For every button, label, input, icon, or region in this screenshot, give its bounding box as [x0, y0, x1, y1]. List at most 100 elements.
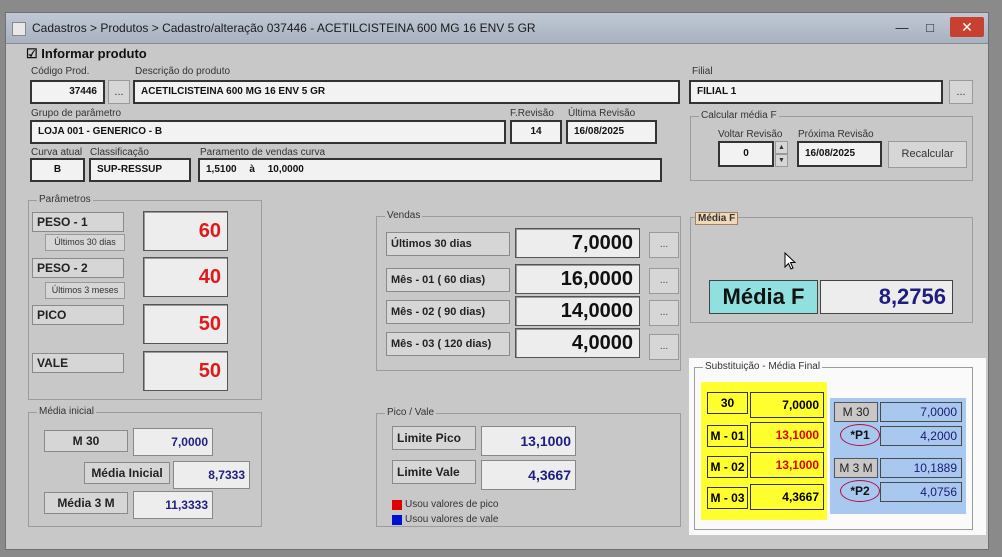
- vendas-row-value[interactable]: 7,0000: [515, 228, 640, 258]
- peso1-sub: Últimos 30 dias: [45, 234, 125, 251]
- media-inicial-field-label: Média Inicial: [84, 462, 170, 484]
- media-3m-label: Média 3 M: [44, 492, 128, 514]
- vale-label: VALE: [32, 353, 124, 373]
- minimize-icon[interactable]: —: [890, 19, 914, 37]
- subst-yellow-label: 30: [707, 392, 748, 414]
- limite-pico-label: Limite Pico: [392, 426, 476, 450]
- vale-legend-swatch: [392, 515, 402, 525]
- limite-pico-value: 13,1000: [481, 426, 576, 456]
- subst-yellow-label: M - 01: [707, 425, 748, 447]
- subst-yellow-label: M - 03: [707, 487, 748, 509]
- descricao-field[interactable]: ACETILCISTEINA 600 MG 16 ENV 5 GR: [133, 80, 680, 104]
- classificacao-label: Classificação: [90, 147, 149, 158]
- subst-yellow-value: 13,1000: [750, 422, 824, 448]
- subst-blue-value: 10,1889: [880, 458, 962, 478]
- recalcular-button[interactable]: Recalcular: [888, 141, 967, 168]
- pico-legend-swatch: [392, 500, 402, 510]
- maximize-icon[interactable]: □: [918, 19, 942, 37]
- voltar-revisao-field[interactable]: 0: [718, 141, 774, 167]
- vendas-row-label: Últimos 30 dias: [386, 232, 510, 256]
- media-f-value: 8,2756: [820, 280, 953, 314]
- media-f-label: Média F: [709, 280, 818, 314]
- m30-value: 7,0000: [133, 428, 213, 456]
- calcular-media-label: Calcular média F: [699, 110, 779, 121]
- subst-yellow-label: M - 02: [707, 456, 748, 478]
- subst-yellow-value: 4,3667: [750, 484, 824, 510]
- ultima-revisao-label: Última Revisão: [568, 108, 636, 119]
- filial-label: Filial: [692, 66, 713, 77]
- vendas-row-label: Mês - 03 ( 120 dias): [386, 332, 510, 356]
- vendas-row-button[interactable]: ...: [649, 232, 679, 258]
- vendas-row-label: Mês - 01 ( 60 dias): [386, 268, 510, 292]
- media-inicial-label: Média inicial: [37, 406, 97, 417]
- vendas-row-button[interactable]: ...: [649, 300, 679, 326]
- pico-value[interactable]: 50: [143, 304, 228, 344]
- vale-value[interactable]: 50: [143, 351, 228, 391]
- subst-blue-value: 4,2000: [880, 426, 962, 446]
- peso2-value[interactable]: 40: [143, 257, 228, 297]
- peso1-label: PESO - 1: [32, 212, 124, 232]
- grupo-field[interactable]: LOJA 001 - GENERICO - B: [30, 120, 506, 144]
- vendas-row-label: Mês - 02 ( 90 dias): [386, 300, 510, 324]
- limite-vale-value: 4,3667: [481, 460, 576, 490]
- codigo-field[interactable]: 37446: [30, 80, 105, 104]
- descricao-label: Descrição do produto: [135, 66, 231, 77]
- proxima-revisao-field[interactable]: 16/08/2025: [797, 141, 882, 167]
- subst-blue-label: M 30: [834, 402, 878, 422]
- vendas-label: Vendas: [385, 210, 423, 221]
- curva-label: Curva atual: [31, 147, 83, 158]
- substituicao-label: Substituição - Média Final: [703, 361, 823, 372]
- paramento-curva-field[interactable]: 1,5100 à 10,0000: [198, 158, 662, 182]
- frevisao-label: F.Revisão: [510, 108, 554, 119]
- limite-vale-label: Limite Vale: [392, 460, 476, 484]
- peso2-label: PESO - 2: [32, 258, 124, 278]
- subst-blue-value: 7,0000: [880, 402, 962, 422]
- paramento-curva-label: Paramento de vendas curva: [200, 147, 326, 158]
- subst-blue-label: *P2: [840, 480, 880, 502]
- subst-blue-label: M 3 M: [834, 458, 878, 478]
- parametros-label: Parâmetros: [37, 194, 93, 205]
- pico-legend-text: Usou valores de pico: [405, 499, 499, 510]
- subst-blue-label: *P1: [840, 424, 880, 446]
- codigo-lookup-button[interactable]: ...: [108, 80, 130, 104]
- paramento-from: 1,5100: [206, 164, 237, 175]
- app-icon: [12, 22, 26, 36]
- media-3m-value: 11,3333: [133, 491, 213, 519]
- mouse-cursor-icon: [784, 252, 797, 270]
- media-inicial-value: 8,7333: [173, 461, 250, 489]
- media-f-group-label: Média F: [695, 212, 739, 225]
- informar-produto-label: Informar produto: [41, 46, 147, 61]
- filial-field[interactable]: FILIAL 1: [689, 80, 943, 104]
- peso1-value[interactable]: 60: [143, 211, 228, 251]
- spin-down-icon[interactable]: ▼: [775, 154, 788, 167]
- curva-field[interactable]: B: [30, 158, 85, 182]
- codigo-label: Código Prod.: [31, 66, 90, 77]
- vendas-row-button[interactable]: ...: [649, 334, 679, 360]
- vendas-row-button[interactable]: ...: [649, 268, 679, 294]
- subst-yellow-value: 13,1000: [750, 452, 824, 478]
- vendas-row-value[interactable]: 16,0000: [515, 264, 640, 294]
- voltar-revisao-label: Voltar Revisão: [718, 129, 783, 140]
- subst-blue-value: 4,0756: [880, 482, 962, 502]
- pico-vale-label: Pico / Vale: [385, 407, 437, 418]
- pico-label: PICO: [32, 305, 124, 325]
- title-bar: Cadastros > Produtos > Cadastro/alteraçã…: [6, 13, 988, 44]
- filial-lookup-button[interactable]: ...: [949, 80, 973, 104]
- subst-yellow-value: 7,0000: [750, 392, 824, 418]
- paramento-to: 10,0000: [267, 164, 304, 175]
- grupo-label: Grupo de parâmetro: [31, 108, 122, 119]
- frevisao-field[interactable]: 14: [510, 120, 562, 144]
- proxima-revisao-label: Próxima Revisão: [798, 129, 874, 140]
- m30-label: M 30: [44, 430, 128, 452]
- informar-produto-checkbox[interactable]: ☑ Informar produto: [26, 46, 147, 62]
- vendas-row-value[interactable]: 4,0000: [515, 328, 640, 358]
- vendas-row-value[interactable]: 14,0000: [515, 296, 640, 326]
- classificacao-field[interactable]: SUP-RESSUP: [89, 158, 191, 182]
- peso2-sub: Últimos 3 meses: [45, 282, 125, 299]
- vale-legend-text: Usou valores de vale: [405, 514, 499, 525]
- ultima-revisao-field[interactable]: 16/08/2025: [566, 120, 657, 144]
- checkbox-icon[interactable]: ☑: [26, 46, 38, 61]
- window-title: Cadastros > Produtos > Cadastro/alteraçã…: [32, 21, 536, 35]
- spin-up-icon[interactable]: ▲: [775, 141, 788, 154]
- close-button[interactable]: ✕: [950, 17, 984, 37]
